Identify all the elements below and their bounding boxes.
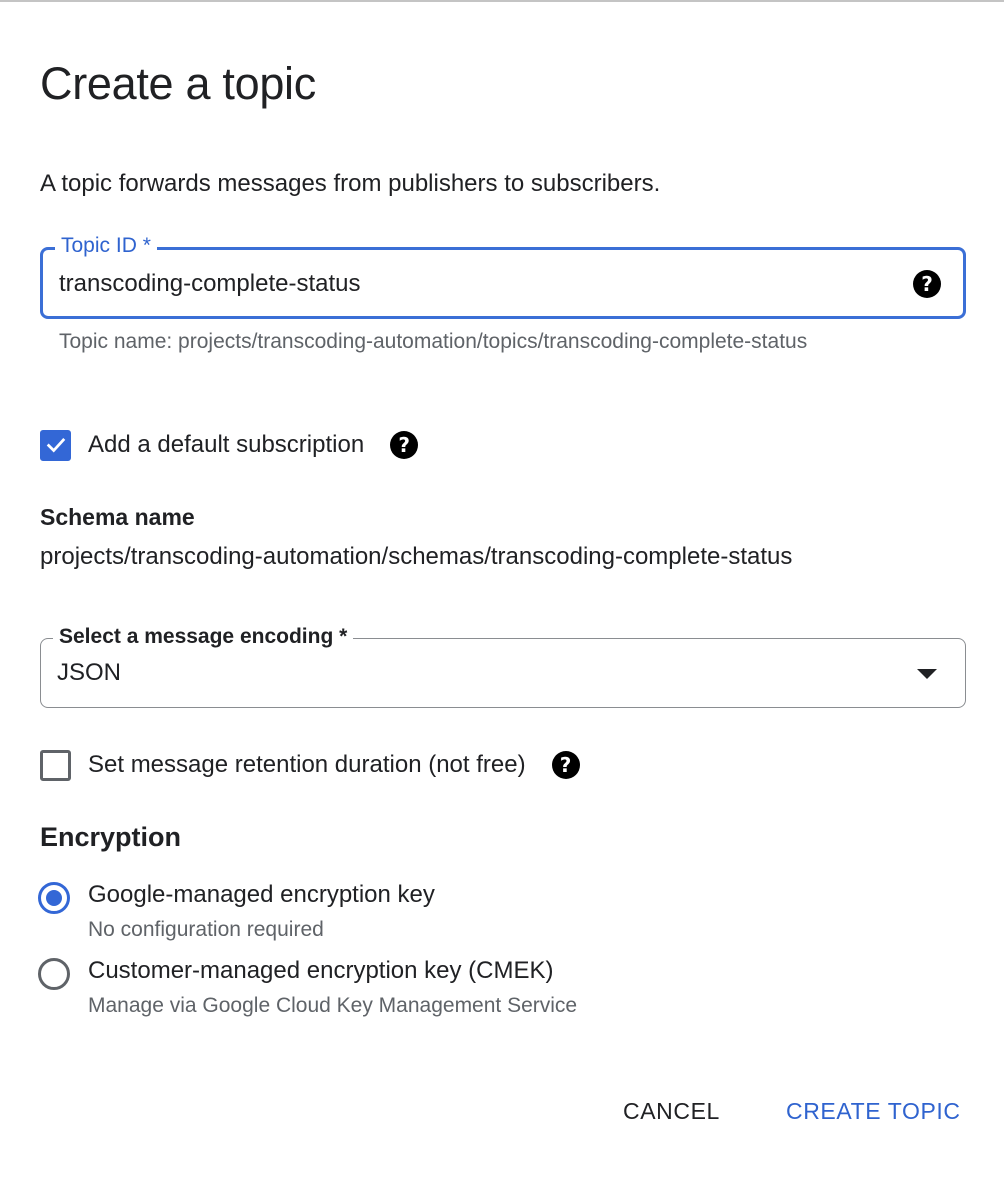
- create-topic-dialog: Create a topic A topic forwards messages…: [0, 0, 1004, 1182]
- message-encoding-select[interactable]: Select a message encoding * JSON: [40, 624, 966, 708]
- dialog-description: A topic forwards messages from publisher…: [40, 170, 661, 197]
- google-managed-key-label[interactable]: Google-managed encryption key: [88, 880, 435, 910]
- default-subscription-checkbox[interactable]: [40, 429, 71, 461]
- dropdown-arrow-icon[interactable]: [917, 669, 937, 679]
- encryption-heading: Encryption: [40, 822, 182, 852]
- google-managed-key-sublabel: No configuration required: [88, 918, 324, 941]
- dialog-title: Create a topic: [40, 58, 316, 109]
- help-icon[interactable]: ?: [551, 751, 580, 779]
- cancel-button[interactable]: CANCEL: [623, 1098, 720, 1125]
- customer-managed-key-radio[interactable]: [38, 958, 70, 990]
- customer-managed-key-text: Customer-managed encryption key (CMEK) M…: [88, 956, 577, 1021]
- topic-id-input[interactable]: transcoding-complete-status: [59, 270, 360, 298]
- retention-row: Set message retention duration (not free…: [40, 748, 580, 782]
- google-managed-key-option[interactable]: Google-managed encryption key No configu…: [38, 880, 435, 945]
- google-managed-key-radio[interactable]: [38, 882, 70, 914]
- retention-label[interactable]: Set message retention duration (not free…: [88, 751, 526, 779]
- create-topic-button[interactable]: CREATE TOPIC: [786, 1098, 961, 1125]
- retention-checkbox[interactable]: [40, 749, 71, 781]
- schema-name-heading: Schema name: [40, 504, 195, 530]
- radio-dot: [46, 890, 62, 906]
- checkmark-icon: [46, 438, 65, 453]
- topic-id-field[interactable]: Topic ID * transcoding-complete-status ?: [40, 233, 966, 319]
- customer-managed-key-label[interactable]: Customer-managed encryption key (CMEK): [88, 956, 577, 986]
- default-subscription-row: Add a default subscription ?: [40, 428, 419, 462]
- schema-path: projects/transcoding-automation/schemas/…: [40, 543, 793, 570]
- default-subscription-label[interactable]: Add a default subscription: [88, 431, 364, 459]
- customer-managed-key-sublabel: Manage via Google Cloud Key Management S…: [88, 994, 578, 1017]
- message-encoding-label: Select a message encoding *: [53, 624, 354, 650]
- help-icon[interactable]: ?: [390, 431, 419, 459]
- help-icon[interactable]: ?: [913, 270, 941, 298]
- google-managed-key-text: Google-managed encryption key No configu…: [88, 880, 435, 945]
- customer-managed-key-option[interactable]: Customer-managed encryption key (CMEK) M…: [38, 956, 577, 1021]
- message-encoding-value[interactable]: JSON: [57, 659, 121, 687]
- topic-name-hint: Topic name: projects/transcoding-automat…: [59, 330, 808, 353]
- topic-id-label: Topic ID *: [55, 233, 157, 259]
